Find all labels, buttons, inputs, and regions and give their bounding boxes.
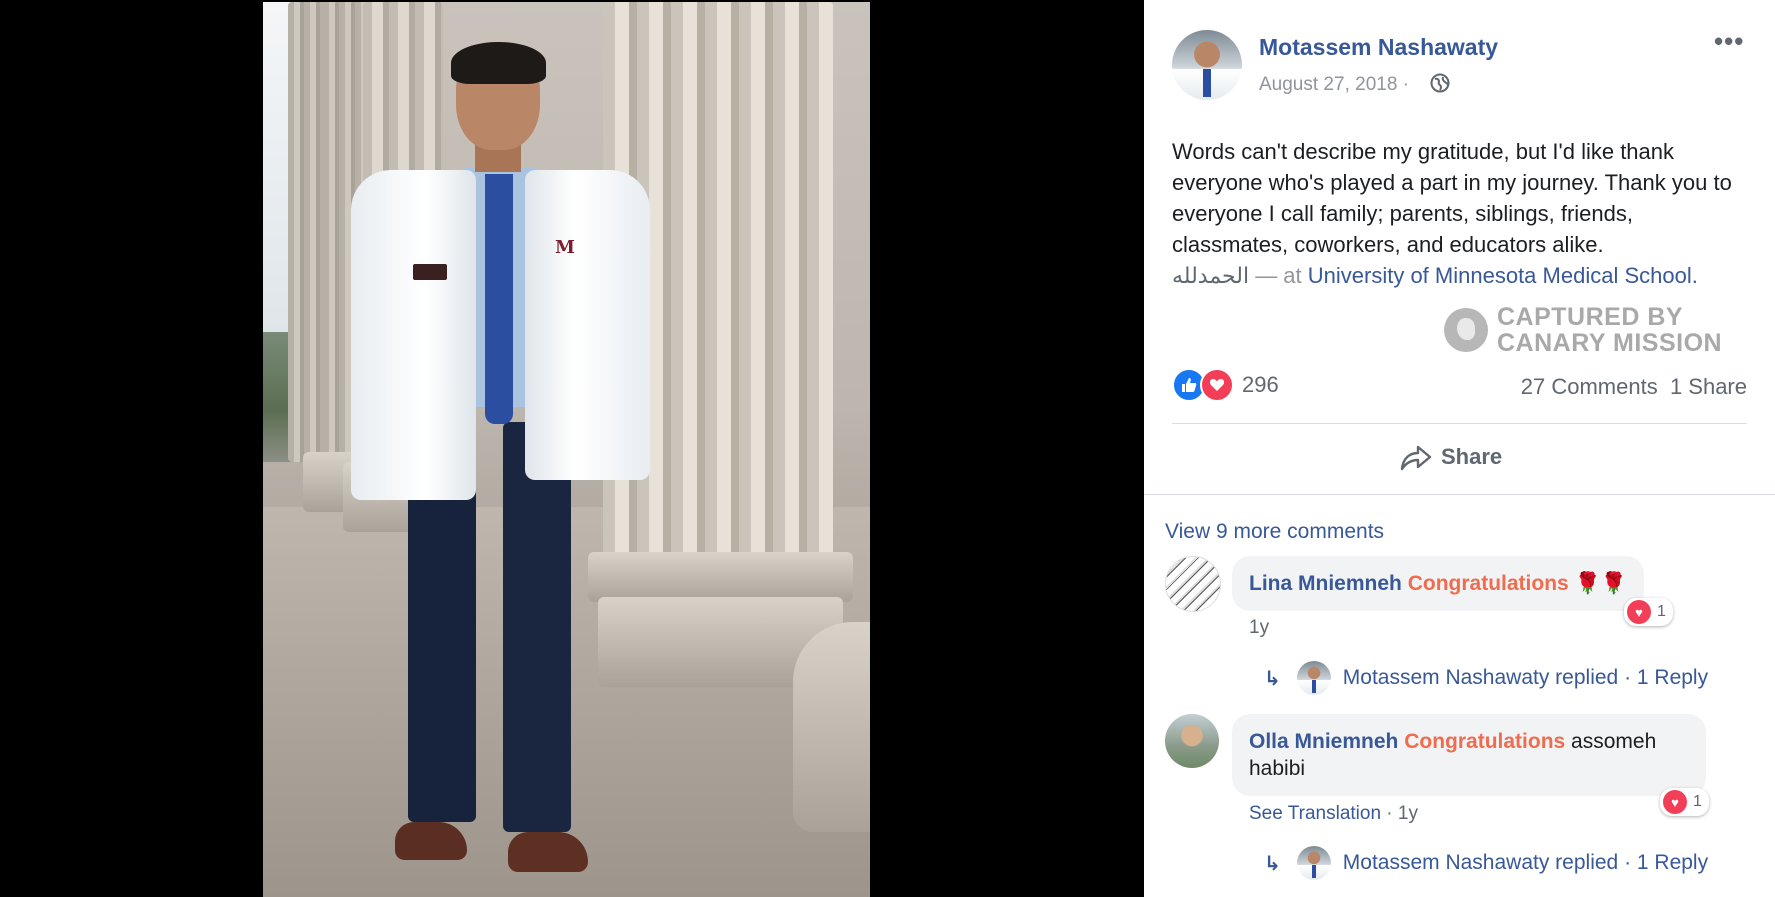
- reply-author: Motassem Nashawaty replied: [1342, 666, 1619, 689]
- comment-reaction[interactable]: ♥ 1: [1624, 598, 1673, 626]
- post-author[interactable]: Motassem Nashawaty: [1259, 34, 1498, 61]
- watermark-line-2: CANARY MISSION: [1497, 329, 1723, 357]
- engagement-counts: 27 Comments 1 Share: [1521, 374, 1747, 400]
- person-shoe: [395, 822, 467, 860]
- at-separator: — at: [1249, 263, 1308, 288]
- see-translation-link[interactable]: See Translation: [1249, 803, 1381, 824]
- post-body: Words can't describe my gratitude, but I…: [1172, 139, 1732, 257]
- commenter-avatar[interactable]: [1165, 714, 1219, 768]
- comment-highlight: Congratulations: [1407, 572, 1569, 595]
- person-hair: [451, 42, 546, 84]
- post-text: Words can't describe my gratitude, but I…: [1172, 136, 1752, 291]
- comment-reaction-count: 1: [1657, 603, 1666, 620]
- person-coat: [351, 170, 476, 500]
- watermark-logo-icon: [1444, 308, 1488, 352]
- share-arrow-icon: [1400, 445, 1432, 471]
- view-more-comments[interactable]: View 9 more comments: [1165, 520, 1384, 544]
- more-icon[interactable]: •••: [1714, 26, 1744, 57]
- comment-meta: See Translation · 1y: [1249, 803, 1418, 825]
- commenter-avatar[interactable]: [1165, 556, 1221, 612]
- reply-arrow-icon: ↳: [1264, 852, 1281, 875]
- reactions-summary[interactable]: 296: [1172, 368, 1279, 402]
- name-badge: [413, 264, 447, 280]
- reply-arrow-icon: ↳: [1264, 667, 1281, 690]
- person-coat: [525, 170, 650, 480]
- reply-avatar: [1296, 846, 1331, 880]
- reply-row[interactable]: ↳ Motassem Nashawaty replied · 1 Reply: [1264, 846, 1708, 880]
- share-button[interactable]: Share: [1399, 442, 1502, 472]
- author-avatar[interactable]: [1172, 30, 1242, 100]
- comments-count[interactable]: 27 Comments: [1521, 374, 1658, 399]
- watermark-text: CAPTURED BY CANARY MISSION: [1497, 304, 1722, 356]
- person-leg: [503, 422, 571, 832]
- reply-author: Motassem Nashawaty replied: [1342, 851, 1619, 874]
- reply-count: · 1 Reply: [1624, 666, 1709, 689]
- location-link[interactable]: University of Minnesota Medical School: [1308, 263, 1692, 288]
- column-base: [793, 622, 870, 832]
- photo-column: [288, 2, 328, 462]
- photo-viewer: M: [0, 0, 1144, 897]
- comment-bubble: Olla Mniemneh Congratulations assomeh ha…: [1232, 714, 1706, 796]
- love-icon: [1200, 368, 1234, 402]
- reply-count: · 1 Reply: [1624, 851, 1709, 874]
- comment-author[interactable]: Olla Mniemneh: [1249, 730, 1398, 753]
- love-icon: ♥: [1627, 600, 1651, 624]
- column-base: [588, 552, 853, 602]
- reply-row[interactable]: ↳ Motassem Nashawaty replied · 1 Reply: [1264, 661, 1708, 695]
- comment-highlight: Congratulations: [1404, 730, 1566, 753]
- divider: [1144, 494, 1775, 495]
- shares-count[interactable]: 1 Share: [1670, 374, 1747, 399]
- divider: [1172, 423, 1747, 424]
- watermark-line-1: CAPTURED BY: [1497, 303, 1684, 331]
- comment-reaction[interactable]: ♥ 1: [1660, 788, 1709, 816]
- person-shoe: [508, 832, 588, 872]
- comment-bubble: Lina Mniemneh Congratulations 🌹🌹: [1232, 556, 1644, 611]
- coat-logo: M: [555, 237, 575, 258]
- date-separator: ·: [1402, 74, 1409, 95]
- reply-avatar: [1296, 661, 1331, 695]
- love-icon: ♥: [1663, 790, 1687, 814]
- post-photo[interactable]: M: [263, 2, 870, 897]
- comment-time[interactable]: · 1y: [1381, 803, 1418, 824]
- post-date-text[interactable]: August 27, 2018: [1259, 74, 1397, 95]
- arabic-text: الحمدلله: [1172, 263, 1250, 288]
- post-date[interactable]: August 27, 2018 ·: [1259, 74, 1409, 96]
- globe-icon[interactable]: [1430, 73, 1450, 93]
- comment-author[interactable]: Lina Mniemneh: [1249, 572, 1402, 595]
- comment-emoji: 🌹🌹: [1574, 572, 1627, 595]
- person-tie: [485, 174, 513, 424]
- comment-reaction-count: 1: [1693, 793, 1702, 810]
- post-panel: Motassem Nashawaty August 27, 2018 · •••…: [1144, 0, 1775, 897]
- share-label: Share: [1441, 444, 1503, 469]
- watermark: CAPTURED BY CANARY MISSION: [1444, 300, 1722, 360]
- reaction-count[interactable]: 296: [1242, 372, 1279, 398]
- comment-time[interactable]: 1y: [1249, 617, 1269, 639]
- location-period: .: [1691, 263, 1698, 288]
